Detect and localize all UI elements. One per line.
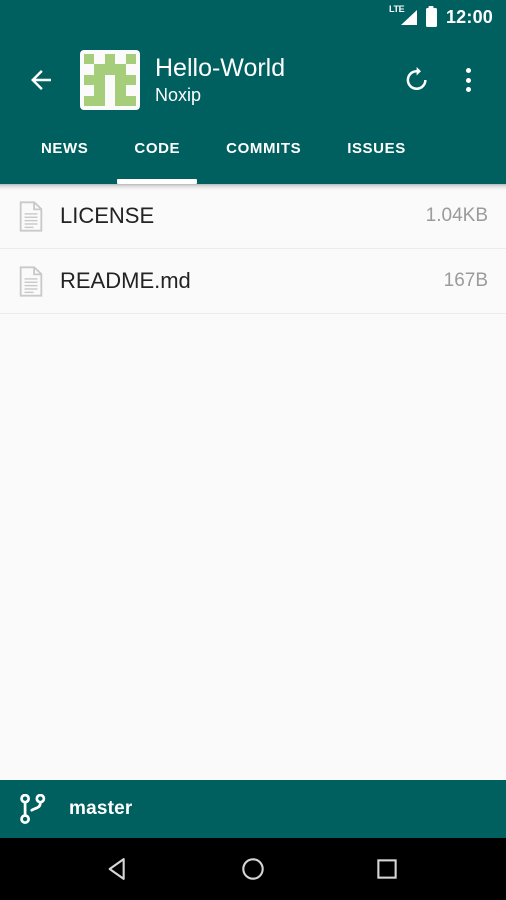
- file-list: LICENSE 1.04KB README.md 167B: [0, 184, 506, 780]
- avatar-cell: [115, 64, 126, 75]
- avatar-cell: [115, 95, 126, 106]
- avatar-cell: [104, 64, 116, 75]
- file-row[interactable]: LICENSE 1.04KB: [0, 184, 506, 249]
- file-size: 1.04KB: [425, 205, 488, 226]
- signal-bars-icon: LTE: [389, 5, 417, 28]
- tab-commits[interactable]: COMMITS: [203, 126, 324, 184]
- overflow-menu-icon: [465, 68, 471, 92]
- status-bar-clock: 12:00: [445, 6, 493, 27]
- repository-identicon-avatar[interactable]: [80, 50, 140, 110]
- avatar-cell: [126, 64, 136, 74]
- avatar-cell: [105, 75, 115, 85]
- nav-home-button[interactable]: [222, 838, 284, 900]
- avatar-cell: [94, 95, 105, 106]
- avatar-cell: [84, 85, 94, 95]
- tab-code[interactable]: CODE: [111, 126, 203, 184]
- avatar-cell: [94, 54, 104, 64]
- branch-name-label: master: [69, 798, 133, 819]
- branch-bar[interactable]: master: [0, 780, 506, 838]
- battery-full-icon: [425, 7, 437, 27]
- avatar-cell: [125, 95, 136, 106]
- app-bar-actions: [392, 56, 492, 104]
- avatar-cell: [125, 54, 136, 65]
- status-bar-icons: LTE 12:00: [389, 5, 493, 28]
- page-subtitle: Noxip: [155, 84, 202, 105]
- avatar-cell: [94, 85, 105, 96]
- file-name: LICENSE: [60, 203, 155, 228]
- file-size: 167B: [443, 270, 488, 291]
- tab-label: COMMITS: [226, 140, 302, 157]
- avatar-cell: [94, 64, 105, 75]
- avatar-cell: [105, 85, 115, 95]
- page-title: Hello-World: [155, 53, 286, 82]
- tab-news[interactable]: NEWS: [18, 126, 111, 184]
- avatar-cell: [125, 74, 136, 86]
- tab-label: CODE: [134, 140, 181, 157]
- signal-triangle: [400, 10, 417, 25]
- android-nav-bar: [0, 838, 506, 900]
- nav-home-circle-icon: [242, 858, 264, 880]
- avatar-cell: [115, 74, 126, 86]
- back-arrow-icon: [31, 70, 51, 90]
- file-list-rows: LICENSE 1.04KB README.md 167B: [0, 184, 506, 314]
- app-root: LTE 12:00 Hello-World Noxip NEWS CODE CO…: [0, 0, 506, 900]
- avatar-cell: [126, 85, 136, 95]
- avatar-cell: [94, 74, 105, 86]
- nav-back-button[interactable]: [88, 838, 150, 900]
- tab-label: ISSUES: [347, 140, 406, 157]
- refresh-button[interactable]: [392, 56, 440, 104]
- tab-issues[interactable]: ISSUES: [324, 126, 429, 184]
- file-document-icon: [14, 265, 48, 297]
- overflow-menu-button[interactable]: [444, 56, 492, 104]
- file-row[interactable]: README.md 167B: [0, 249, 506, 314]
- avatar-cell: [115, 85, 126, 96]
- avatar-cell: [104, 54, 116, 65]
- avatar-cell: [105, 96, 115, 106]
- app-bar-titles: Hello-World Noxip: [155, 54, 392, 107]
- tab-label: NEWS: [41, 140, 89, 157]
- avatar-cell: [84, 74, 95, 86]
- nav-recents-button[interactable]: [356, 838, 418, 900]
- tab-bar: NEWS CODE COMMITS ISSUES: [0, 126, 506, 184]
- avatar-cell: [84, 54, 95, 65]
- nav-back-triangle-icon: [108, 858, 125, 880]
- file-name: README.md: [60, 268, 191, 293]
- nav-recents-square-icon: [377, 859, 397, 879]
- file-document-icon: [14, 200, 48, 232]
- app-bar: Hello-World Noxip: [0, 34, 506, 126]
- avatar-cell: [115, 54, 125, 64]
- empty-space: [0, 314, 506, 780]
- back-button[interactable]: [18, 57, 64, 103]
- status-bar: LTE 12:00: [0, 0, 506, 34]
- avatar-cell: [84, 64, 94, 74]
- avatar-cell: [84, 95, 95, 106]
- refresh-icon: [406, 67, 427, 90]
- git-branch-icon: [16, 794, 50, 824]
